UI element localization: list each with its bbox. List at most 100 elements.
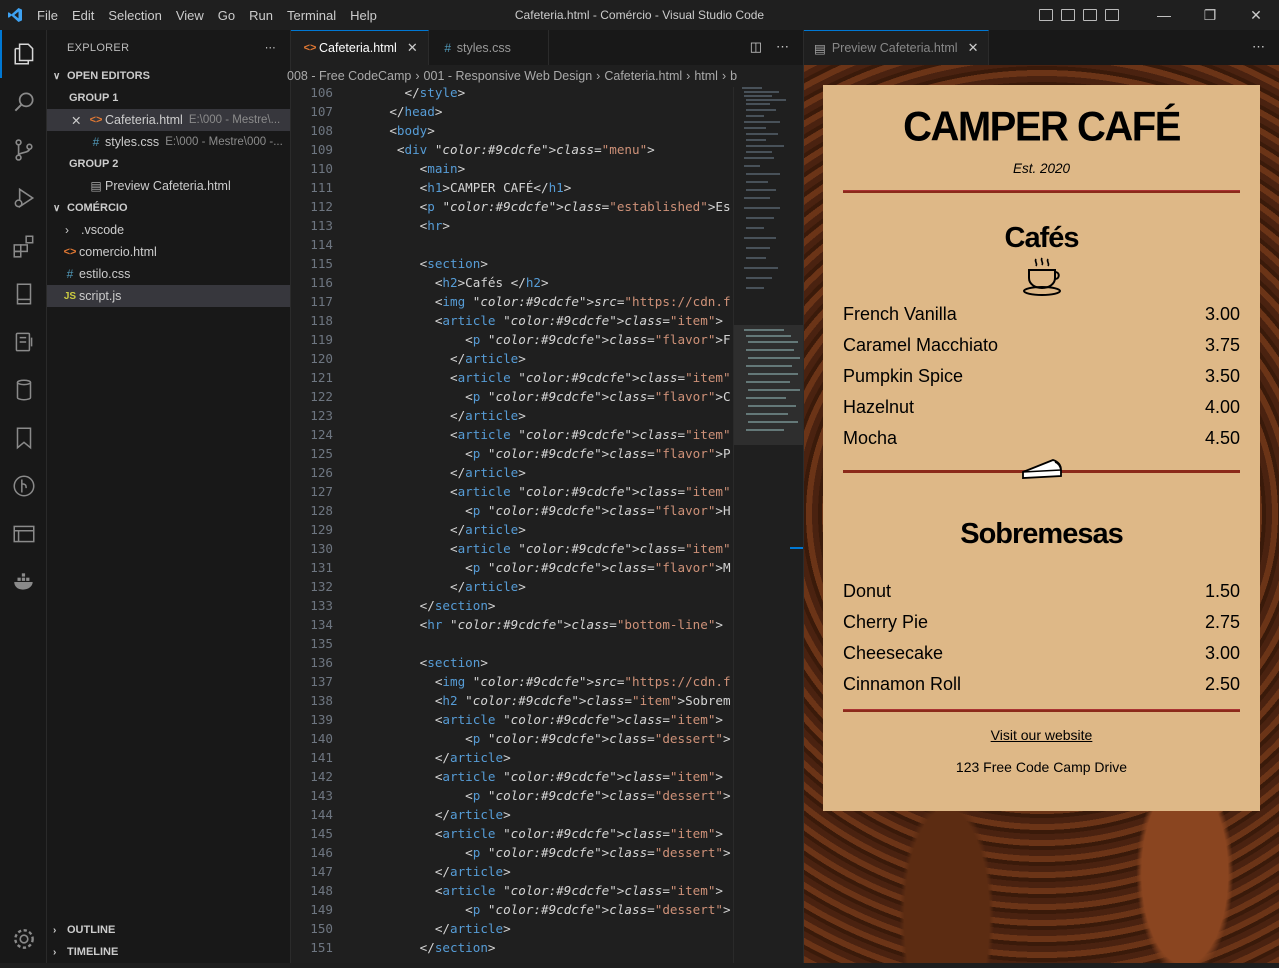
run-debug-icon[interactable] bbox=[0, 174, 47, 222]
chevron-right-icon: › bbox=[65, 223, 69, 237]
line-number: 111 bbox=[310, 180, 333, 195]
menu-item-selection[interactable]: Selection bbox=[101, 8, 168, 23]
line-number: 121 bbox=[310, 370, 333, 385]
menu-item-edit[interactable]: Edit bbox=[65, 8, 101, 23]
minimap[interactable] bbox=[733, 87, 804, 963]
line-number: 139 bbox=[310, 712, 333, 727]
split-editor-icon[interactable]: ◫ bbox=[750, 39, 762, 55]
close-icon[interactable]: ✕ bbox=[71, 113, 87, 128]
breadcrumb-item[interactable]: 008 - Free CodeCamp bbox=[287, 69, 411, 83]
code-line: 127 <article "color:#9cdcfe">class="item… bbox=[291, 482, 731, 501]
line-number: 113 bbox=[310, 218, 333, 233]
address-text: 123 Free Code Camp Drive bbox=[955, 759, 1128, 775]
divider bbox=[843, 190, 1240, 193]
line-number: 124 bbox=[310, 427, 333, 442]
timeline-label: TIMELINE bbox=[67, 946, 119, 958]
code-line: 116 <h2>Cafés </h2> bbox=[291, 273, 731, 292]
code-text: <article "color:#9cdcfe">class="item"> bbox=[359, 370, 731, 385]
group2-label[interactable]: GROUP 2 bbox=[47, 153, 290, 175]
menu-item-help[interactable]: Help bbox=[343, 8, 384, 23]
toggle-secondary-sidebar-icon[interactable] bbox=[1083, 9, 1097, 21]
code-line: 142 <article "color:#9cdcfe">class="item… bbox=[291, 767, 731, 786]
code-line: 128 <p "color:#9cdcfe">class="flavor">Ha… bbox=[291, 501, 731, 520]
more-actions-icon[interactable]: ⋯ bbox=[265, 41, 276, 54]
tree-item-vscode[interactable]: › .vscode bbox=[47, 219, 290, 241]
folder-section[interactable]: ∨ COMÉRCIO bbox=[47, 197, 290, 219]
line-number: 131 bbox=[310, 560, 333, 575]
line-number: 115 bbox=[310, 256, 333, 271]
website-link[interactable]: Visit our website bbox=[843, 727, 1240, 743]
code-line: 138 <h2 "color:#9cdcfe">class="item">Sob… bbox=[291, 691, 731, 710]
file-name: comercio.html bbox=[79, 245, 157, 259]
menu-item-file[interactable]: File bbox=[30, 8, 65, 23]
menu-item-view[interactable]: View bbox=[169, 8, 211, 23]
tab-styles-css[interactable]: # styles.css bbox=[428, 30, 549, 65]
line-number: 108 bbox=[310, 123, 333, 138]
close-tab-icon[interactable]: ✕ bbox=[407, 40, 418, 56]
code-text: <p "color:#9cdcfe">class="flavor">French… bbox=[359, 332, 731, 347]
menu-item-run[interactable]: Run bbox=[242, 8, 280, 23]
code-line: 135 bbox=[291, 634, 731, 653]
tree-item-comercio[interactable]: <> comercio.html bbox=[47, 241, 290, 263]
timeline-section[interactable]: › TIMELINE bbox=[47, 941, 290, 963]
preview-icon: ▤ bbox=[90, 179, 102, 193]
code-text: <article "color:#9cdcfe">class="item"> bbox=[359, 712, 723, 727]
tab-preview[interactable]: ▤ Preview Cafeteria.html ✕ bbox=[804, 30, 990, 65]
book-icon[interactable] bbox=[0, 270, 47, 318]
code-text: </article> bbox=[359, 351, 526, 366]
code-line: 131 <p "color:#9cdcfe">class="flavor">Mo… bbox=[291, 558, 731, 577]
menu-item: Cinnamon Roll 2.50 bbox=[843, 669, 1240, 700]
dessert-list: Donut 1.50 Cherry Pie 2.75 Cheesecake 3.00 Cin… bbox=[843, 576, 1240, 700]
breadcrumb-item[interactable]: Cafeteria.html bbox=[604, 69, 682, 83]
more-actions-icon[interactable]: ⋯ bbox=[776, 39, 789, 55]
panels-icon[interactable] bbox=[0, 510, 47, 558]
breadcrumb-item[interactable]: 001 - Responsive Web Design bbox=[424, 69, 593, 83]
css-file-icon: # bbox=[444, 40, 452, 55]
customize-layout-icon[interactable] bbox=[1105, 9, 1119, 21]
docker-icon[interactable] bbox=[0, 558, 47, 606]
toggle-panel-icon[interactable] bbox=[1061, 9, 1075, 21]
open-editor-preview[interactable]: ▤ Preview Cafeteria.html bbox=[47, 175, 290, 197]
code-text: <p "color:#9cdcfe">class="dessert">Chees… bbox=[359, 845, 731, 860]
close-window-button[interactable]: ✕ bbox=[1233, 7, 1279, 24]
remote-explorer-icon[interactable] bbox=[0, 318, 47, 366]
tree-item-script[interactable]: JS script.js bbox=[47, 285, 290, 307]
search-icon[interactable] bbox=[0, 78, 47, 126]
menu-item-terminal[interactable]: Terminal bbox=[280, 8, 343, 23]
bookmark-icon[interactable] bbox=[0, 414, 47, 462]
title-bar: File Edit Selection View Go Run Terminal Help C… bbox=[0, 0, 1279, 30]
restore-button[interactable]: ❐ bbox=[1187, 7, 1233, 24]
tree-item-estilo[interactable]: # estilo.css bbox=[47, 263, 290, 285]
menu-item-go[interactable]: Go bbox=[211, 8, 242, 23]
source-control-icon[interactable] bbox=[0, 126, 47, 174]
file-path: E:\000 - Mestre\000 -... bbox=[165, 136, 283, 148]
open-editor-styles[interactable]: # styles.css E:\000 - Mestre\000 -... bbox=[47, 131, 290, 153]
line-number: 143 bbox=[310, 788, 333, 803]
code-line: 146 <p "color:#9cdcfe">class="dessert">C… bbox=[291, 843, 731, 862]
toggle-primary-sidebar-icon[interactable] bbox=[1039, 9, 1053, 21]
menu-card: CAMPER CAFÉ Est. 2020 Cafés French Vanil… bbox=[823, 85, 1260, 811]
code-line: 111 <h1>CAMPER CAFÉ</h1> bbox=[291, 178, 731, 197]
html-file-icon: <> bbox=[89, 114, 103, 126]
tab-cafeteria-html[interactable]: <> Cafeteria.html ✕ bbox=[291, 30, 429, 65]
code-line: 139 <article "color:#9cdcfe">class="item… bbox=[291, 710, 731, 729]
code-area[interactable]: 106 </style> 107 </head> 108 <body> 109 <di… bbox=[291, 83, 731, 959]
open-editors-section[interactable]: ∨ OPEN EDITORS bbox=[47, 65, 290, 87]
explorer-icon[interactable] bbox=[0, 30, 47, 78]
extensions-icon[interactable] bbox=[0, 222, 47, 270]
open-editor-cafeteria[interactable]: ✕ <> Cafeteria.html E:\000 - Mestre\... bbox=[47, 109, 290, 131]
item-price: 2.75 bbox=[1204, 612, 1240, 632]
file-name: Cafeteria.html bbox=[105, 113, 183, 127]
code-text: </article> bbox=[359, 408, 526, 423]
git-graph-icon[interactable] bbox=[0, 462, 47, 510]
settings-gear-icon[interactable] bbox=[0, 915, 47, 963]
minimize-button[interactable]: — bbox=[1141, 7, 1187, 23]
breadcrumb-item[interactable]: b bbox=[730, 69, 737, 83]
database-icon[interactable] bbox=[0, 366, 47, 414]
breadcrumb-item[interactable]: html bbox=[694, 69, 718, 83]
more-actions-icon[interactable]: ⋯ bbox=[1252, 39, 1265, 55]
group1-label[interactable]: GROUP 1 bbox=[47, 87, 290, 109]
outline-section[interactable]: › OUTLINE bbox=[47, 919, 290, 941]
item-price: 4.50 bbox=[1204, 428, 1240, 448]
close-tab-icon[interactable]: ✕ bbox=[968, 40, 979, 56]
